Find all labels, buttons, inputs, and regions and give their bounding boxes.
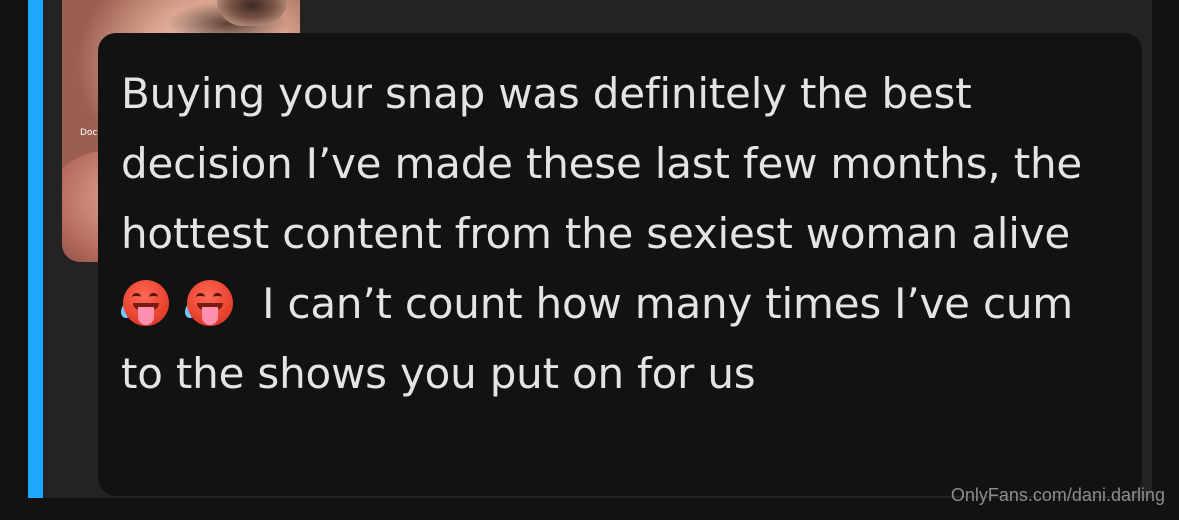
photo-eye-detail [217, 0, 287, 26]
message-text-part2: I can’t count how many times I’ve cum to… [121, 279, 1073, 398]
message-text: Buying your snap was definitely the best… [121, 59, 1114, 409]
watermark: OnlyFans.com/dani.darling [950, 485, 1165, 505]
message-text-part1: Buying your snap was definitely the best… [121, 69, 1083, 258]
photo-caption: Doc [80, 128, 98, 138]
message-bubble: Buying your snap was definitely the best… [98, 33, 1142, 496]
accent-bar [28, 0, 43, 498]
hot-face-icon [121, 280, 181, 326]
hot-face-icon [185, 280, 245, 326]
